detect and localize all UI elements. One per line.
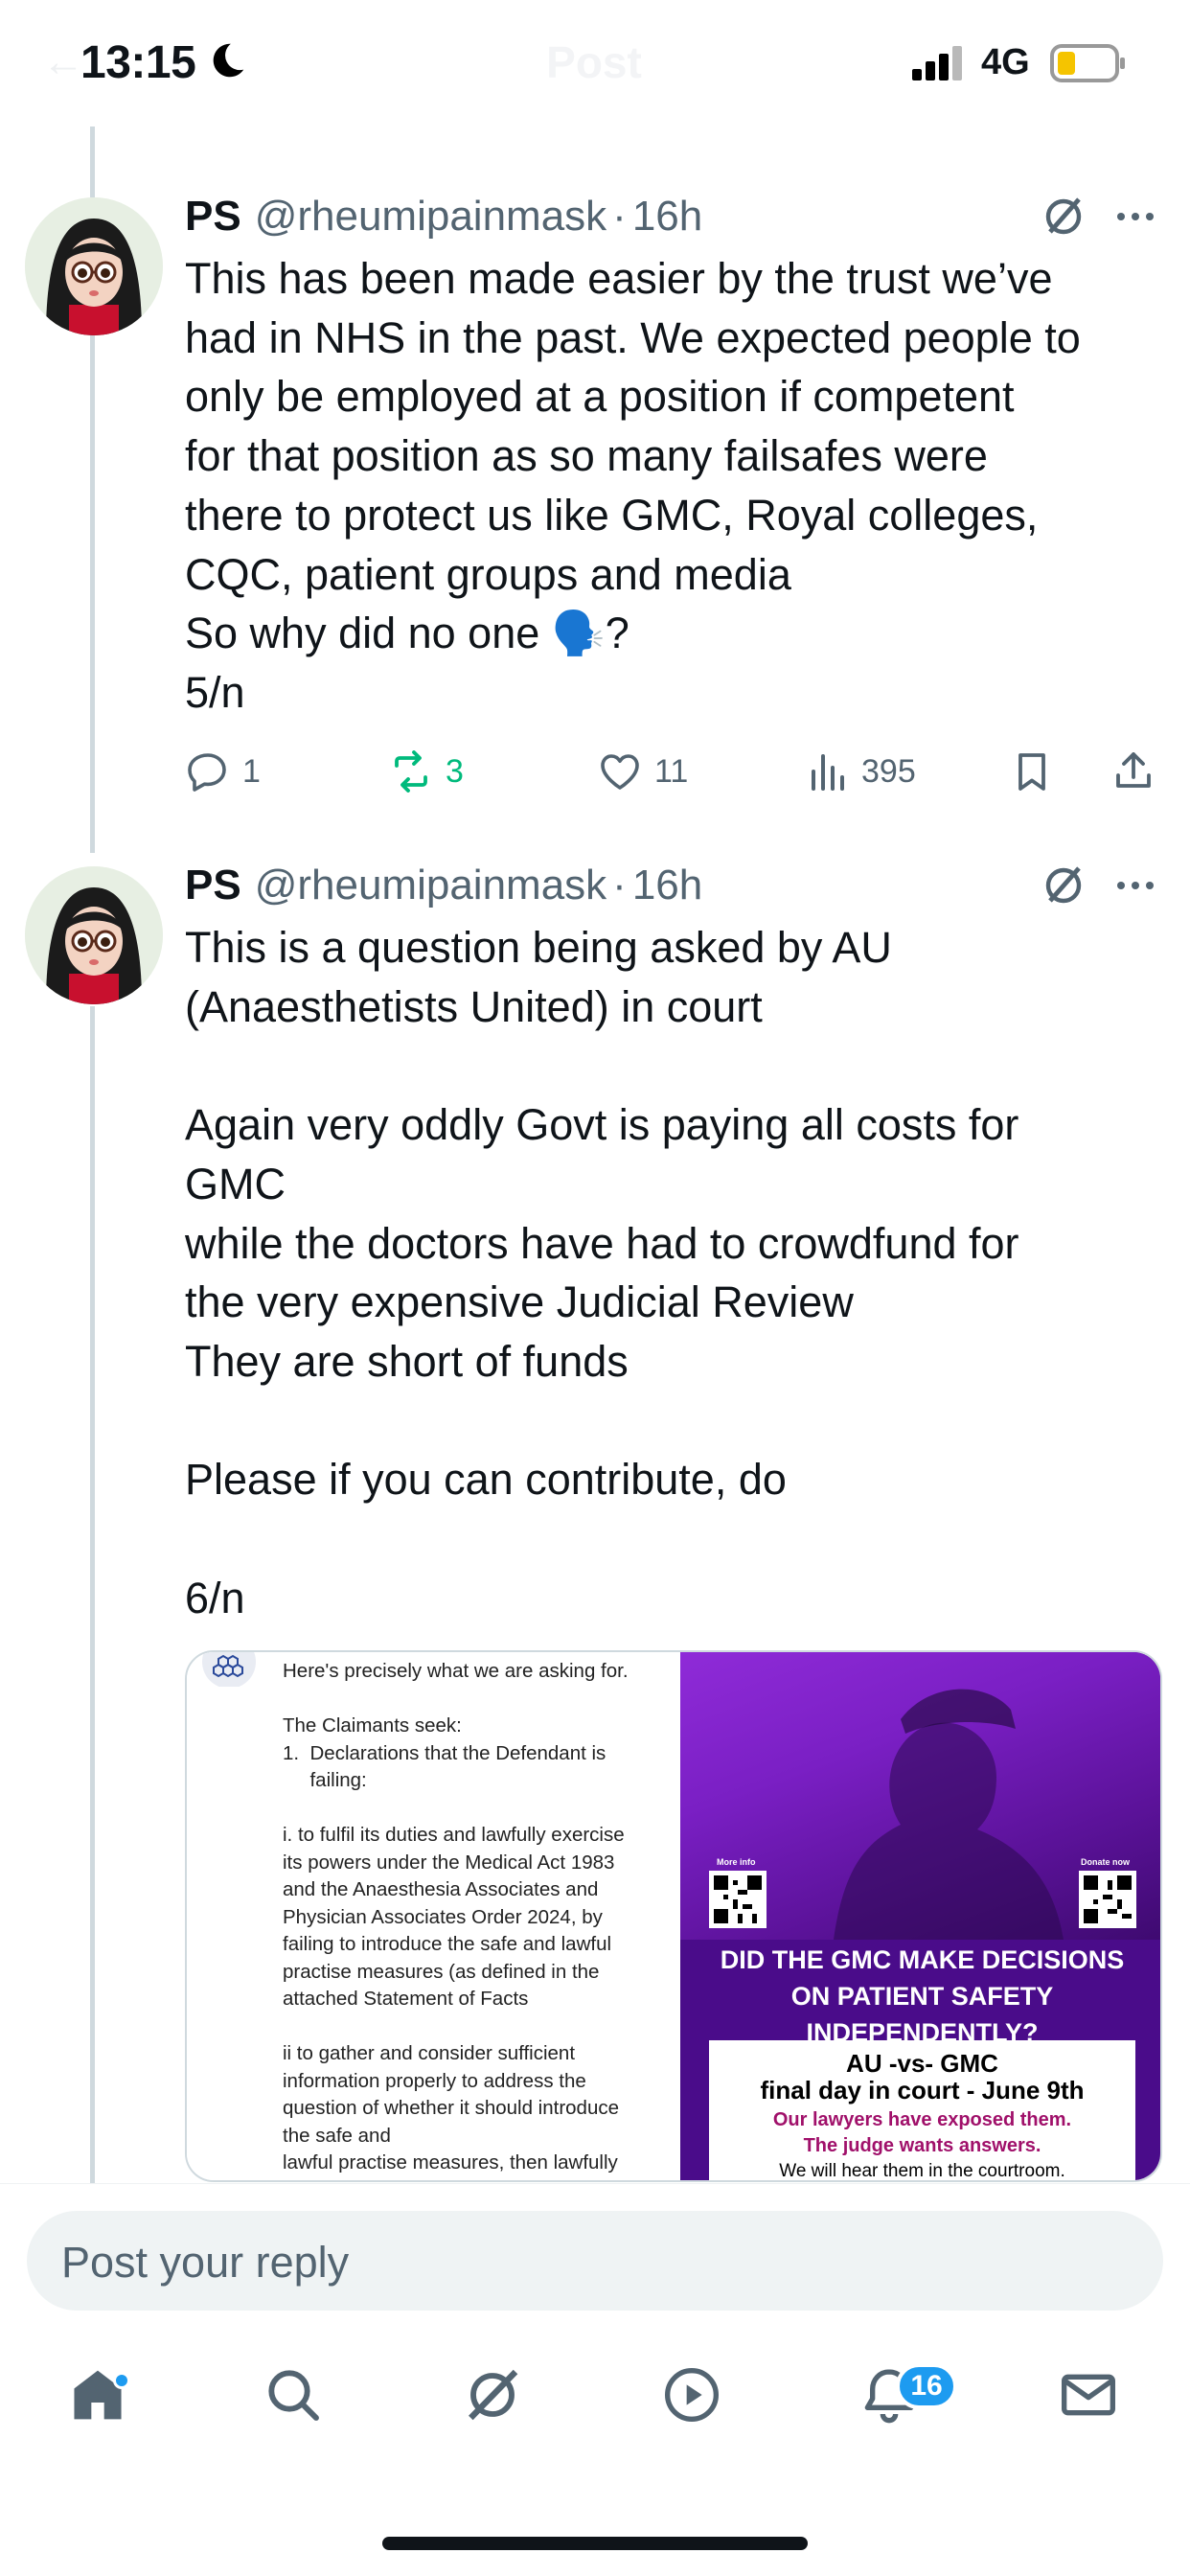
reply-count: 1 [242,752,261,790]
battery-icon [1050,44,1125,82]
tweet-text: This has been made easier by the trust w… [185,254,1081,717]
home-unread-dot [113,2372,130,2389]
qr-donate-label: Donate now [1081,1857,1130,1867]
network-type: 4G [981,42,1030,82]
thread-line [90,126,95,197]
home-indicator[interactable] [382,2537,808,2550]
status-bar: 13:15 4G [0,0,1190,126]
document-text: Here's precisely what we are asking for.… [283,1660,629,2174]
poster-image[interactable]: More info Donate now DID THE GMC MAKE DE… [680,1652,1160,2181]
heart-icon [601,754,639,790]
repost-count: 3 [446,752,464,790]
reply-placeholder: Post your reply [61,2238,350,2287]
status-time: 13:15 [80,37,196,88]
views-icon [812,754,844,791]
poster-highlight: Our lawyers have exposed them. The judge… [772,2109,1072,2156]
thread-line [90,1006,95,2185]
tweet-text: This is a question being asked by AU (An… [185,923,1019,1622]
views-button[interactable]: 395 [804,743,916,800]
author-handle[interactable]: @rheumipainmask [255,193,606,241]
video-icon[interactable] [661,2364,722,2426]
post-time[interactable]: 16h [632,862,702,909]
reply-input[interactable]: Post your reply [27,2211,1163,2311]
moon-icon [213,43,244,78]
messages-icon[interactable] [1058,2364,1119,2426]
search-icon[interactable] [263,2364,324,2426]
poster-case-title: AU -vs- GMC final day in court - June 9t… [760,2049,1085,2104]
repost-button[interactable]: 3 [388,743,464,800]
poster-footer: We will hear them in the courtroom. [779,2161,1065,2181]
grok-icon[interactable] [1041,862,1087,908]
author-handle[interactable]: @rheumipainmask [255,862,606,909]
poster-headline: DID THE GMC MAKE DECISIONS ON PATIENT SA… [720,1945,1125,2047]
notification-badge: 16 [896,2363,957,2409]
qr-code-icon [1079,1871,1136,1928]
qr-more-info-label: More info [717,1857,756,1867]
reply-icon [188,753,226,792]
avatar[interactable] [25,197,163,335]
avatar[interactable] [25,866,163,1004]
post-time[interactable]: 16h [632,193,702,241]
bookmark-button[interactable] [1009,743,1066,800]
author-name[interactable]: PS [185,862,241,909]
signal-icon [912,46,962,80]
like-button[interactable]: 11 [597,743,688,800]
poster-info-box: AU -vs- GMC final day in court - June 9t… [709,2040,1135,2181]
separator-dot: · [612,862,627,908]
more-icon[interactable] [1115,210,1156,223]
grok-icon[interactable] [1041,194,1087,240]
reply-button[interactable]: 1 [185,743,261,800]
more-icon[interactable] [1115,879,1156,892]
thread-line [90,335,95,853]
tweet-header: PS @rheumipainmask · 16h [185,188,702,245]
bottom-nav: 16 [0,2337,1190,2452]
like-count: 11 [654,752,689,790]
share-button[interactable] [1110,743,1168,800]
author-name[interactable]: PS [185,193,241,241]
document-image[interactable]: Here's precisely what we are asking for.… [187,1652,680,2180]
hexagon-logo-icon [202,1652,256,1687]
repost-icon [395,750,427,793]
view-count: 395 [861,752,916,790]
tweet-header: PS @rheumipainmask · 16h [185,857,702,914]
grok-icon[interactable] [462,2364,523,2426]
bookmark-icon [1018,753,1045,791]
share-icon [1116,752,1151,788]
separator-dot: · [612,193,627,240]
media-attachment[interactable]: Here's precisely what we are asking for.… [185,1650,1162,2182]
tweet-actions: 1 3 11 395 [185,743,1172,800]
bottom-bar: Post your reply 16 [0,2183,1190,2576]
qr-code-icon [709,1871,767,1928]
